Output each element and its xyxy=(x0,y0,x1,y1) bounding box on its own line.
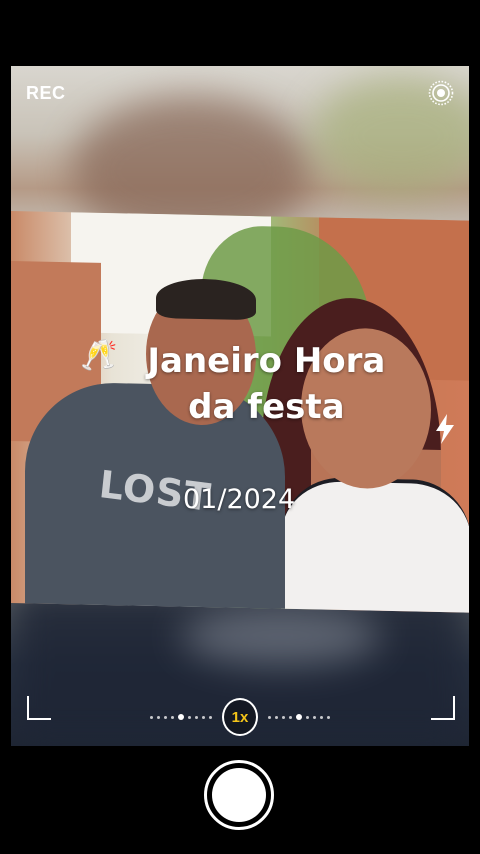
zoom-dot xyxy=(150,715,153,719)
zoom-dot xyxy=(327,715,330,719)
zoom-dot xyxy=(268,715,271,719)
zoom-dot xyxy=(188,715,191,719)
camera-screen: LOST 🥂 Janeiro Hora da festa 01/2024 REC… xyxy=(0,0,480,854)
flash-icon[interactable] xyxy=(434,414,456,444)
zoom-dot xyxy=(157,715,160,719)
zoom-dot xyxy=(289,715,292,719)
blurred-highlight xyxy=(181,606,381,666)
toast-icon: 🥂 xyxy=(80,339,118,372)
photo-woman-top xyxy=(281,476,469,613)
zoom-dot xyxy=(195,715,198,719)
shutter-button-inner[interactable] xyxy=(212,768,266,822)
overlay-title-text: Janeiro Hora da festa xyxy=(147,341,386,427)
frame-corner-bottom-right xyxy=(431,696,455,720)
zoom-dot-active xyxy=(296,714,302,720)
zoom-dot xyxy=(306,715,309,719)
zoom-dot xyxy=(275,715,278,719)
zoom-dot xyxy=(320,715,323,719)
frame-corner-bottom-left xyxy=(27,696,51,720)
zoom-dot xyxy=(313,715,316,719)
overlay-date: 01/2024 xyxy=(183,484,296,515)
zoom-dot xyxy=(202,715,205,719)
zoom-dot xyxy=(171,715,174,719)
zoom-dot xyxy=(282,715,285,719)
zoom-selector[interactable]: 1x xyxy=(150,696,330,738)
zoom-1x-button[interactable]: 1x xyxy=(222,698,258,736)
zoom-dot xyxy=(164,715,167,719)
overlay-title: 🥂 Janeiro Hora da festa xyxy=(80,338,430,430)
zoom-dots-left xyxy=(150,714,212,720)
rec-label: REC xyxy=(26,83,66,103)
zoom-dot-active xyxy=(178,714,184,720)
zoom-dot xyxy=(209,715,212,719)
live-photo-icon[interactable] xyxy=(428,80,454,106)
zoom-dots-right xyxy=(268,714,330,720)
shutter-button[interactable] xyxy=(204,760,274,830)
